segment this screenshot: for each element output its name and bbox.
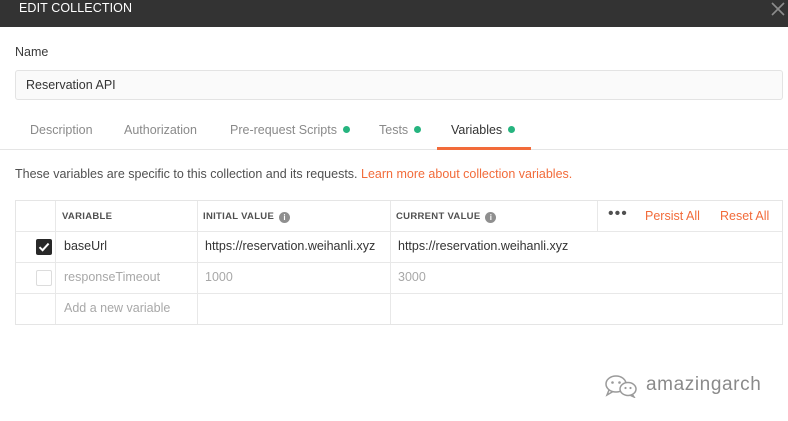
persist-all-button[interactable]: Persist All (645, 201, 700, 232)
tab-label: Variables (451, 123, 503, 137)
info-icon[interactable]: i (485, 212, 497, 223)
more-options-icon[interactable]: ••• (608, 206, 628, 224)
wechat-icon (603, 374, 639, 399)
column-divider (597, 201, 598, 231)
variables-description: These variables are specific to this col… (15, 167, 572, 181)
row-enabled-checkbox[interactable] (36, 270, 52, 286)
tab-label: Tests (379, 123, 409, 137)
name-label: Name (15, 45, 49, 59)
checkmark-icon (38, 242, 50, 252)
column-divider (197, 201, 198, 324)
current-value[interactable]: 3000 (398, 262, 426, 293)
learn-more-link[interactable]: Learn more about collection variables. (361, 167, 572, 181)
variables-table: VARIABLE INITIAL VALUE i CURRENT VALUE i •… (15, 200, 783, 325)
info-icon[interactable]: i (279, 212, 291, 223)
tab-label: Description (30, 123, 93, 137)
current-value[interactable]: https://reservation.weihanli.xyz (398, 231, 568, 262)
status-dot (508, 126, 516, 133)
reset-all-button[interactable]: Reset All (720, 201, 769, 232)
description-text: These variables are specific to this col… (15, 167, 358, 181)
tab-description[interactable]: Description (30, 114, 93, 149)
column-divider (390, 201, 391, 324)
tab-variables[interactable]: Variables (451, 114, 516, 149)
tab-pre-request-scripts[interactable]: Pre-request Scripts (230, 114, 350, 149)
variable-name[interactable]: baseUrl (64, 231, 107, 262)
add-new-variable-input[interactable]: Add a new variable (64, 293, 170, 324)
header-variable: VARIABLE (62, 211, 113, 222)
tab-label: Pre-request Scripts (230, 123, 337, 137)
header-initial-value: INITIAL VALUE i (203, 201, 291, 232)
header-label: CURRENT VALUE (396, 211, 481, 222)
status-dot (342, 126, 350, 133)
column-divider (55, 201, 56, 324)
tab-bar: Description Authorization Pre-request Sc… (0, 114, 788, 150)
title-bar: EDIT COLLECTION (0, 0, 788, 27)
collection-name-input[interactable] (15, 70, 783, 100)
header-label: INITIAL VALUE (203, 211, 275, 222)
active-tab-indicator (437, 147, 531, 150)
initial-value[interactable]: 1000 (205, 262, 233, 293)
watermark-text: amazingarch (646, 374, 762, 395)
tab-authorization[interactable]: Authorization (124, 114, 197, 149)
row-enabled-checkbox[interactable] (36, 239, 52, 255)
variable-name[interactable]: responseTimeout (64, 262, 160, 293)
dialog-title: EDIT COLLECTION (19, 1, 133, 15)
initial-value[interactable]: https://reservation.weihanli.xyz (205, 231, 375, 262)
close-icon[interactable] (770, 1, 786, 17)
status-dot (414, 126, 422, 133)
tab-label: Authorization (124, 123, 197, 137)
header-current-value: CURRENT VALUE i (396, 201, 497, 232)
tab-tests[interactable]: Tests (379, 114, 422, 149)
